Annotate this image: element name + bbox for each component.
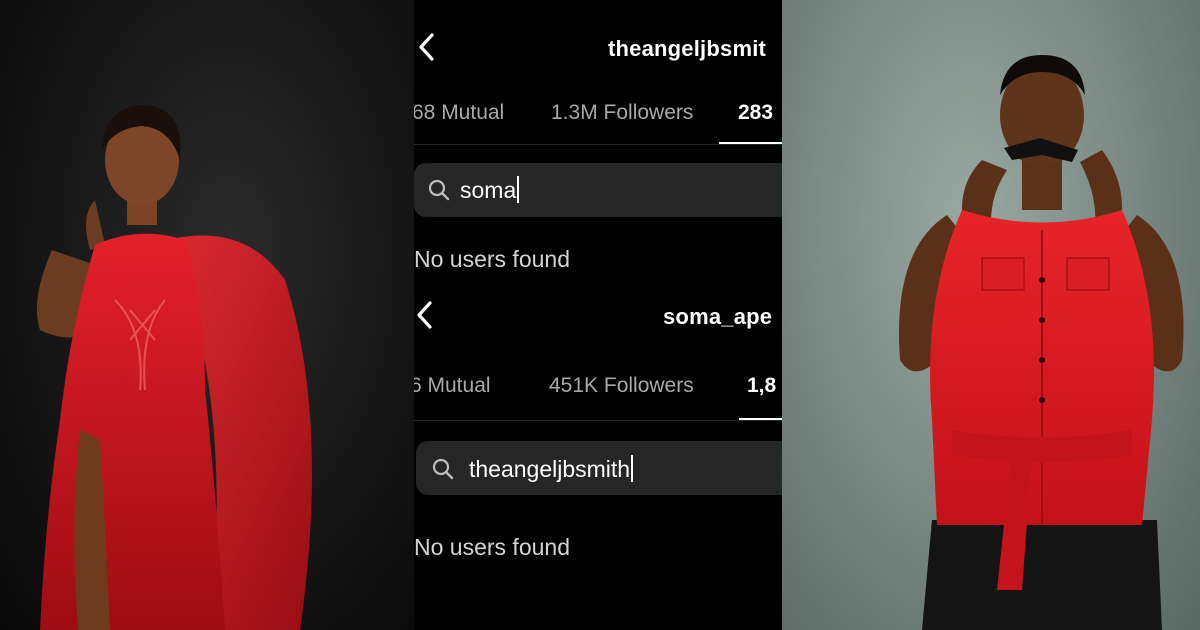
search-query: soma <box>460 176 520 204</box>
tab-divider <box>414 420 782 421</box>
tab-following[interactable]: 1,8 <box>747 374 776 398</box>
profile-username: theangeljbsmit <box>608 36 767 61</box>
instagram-screenshots: theangeljbsmit 68 Mutual 1.3M Followers … <box>414 0 782 630</box>
text-caret <box>517 176 520 203</box>
no-results-message: No users found <box>414 246 570 272</box>
screenshot-top: theangeljbsmit 68 Mutual 1.3M Followers … <box>414 0 782 290</box>
search-icon <box>432 458 454 480</box>
tab-mutual[interactable]: 68 Mutual <box>414 101 504 125</box>
profile-username: soma_ape <box>663 304 773 329</box>
left-photo <box>0 0 414 630</box>
back-chevron-icon[interactable] <box>414 300 436 330</box>
back-chevron-icon[interactable] <box>416 32 438 62</box>
text-caret <box>631 455 634 482</box>
search-icon <box>428 179 450 201</box>
search-query: theangeljbsmith <box>469 455 634 483</box>
screenshot-bottom: soma_ape 6 Mutual 451K Followers 1,8 the… <box>414 290 782 630</box>
tab-followers[interactable]: 451K Followers <box>549 374 694 398</box>
right-photo <box>782 0 1200 630</box>
man-in-red-vest-illustration <box>898 55 1184 630</box>
tab-following[interactable]: 283 <box>738 101 773 125</box>
woman-in-red-gown-illustration <box>36 105 312 630</box>
tab-divider <box>414 144 782 145</box>
tab-mutual[interactable]: 6 Mutual <box>414 374 491 398</box>
search-input[interactable]: theangeljbsmith <box>416 441 782 495</box>
tab-followers[interactable]: 1.3M Followers <box>551 101 693 125</box>
no-results-message: No users found <box>414 534 570 560</box>
search-input[interactable]: soma <box>414 163 782 217</box>
